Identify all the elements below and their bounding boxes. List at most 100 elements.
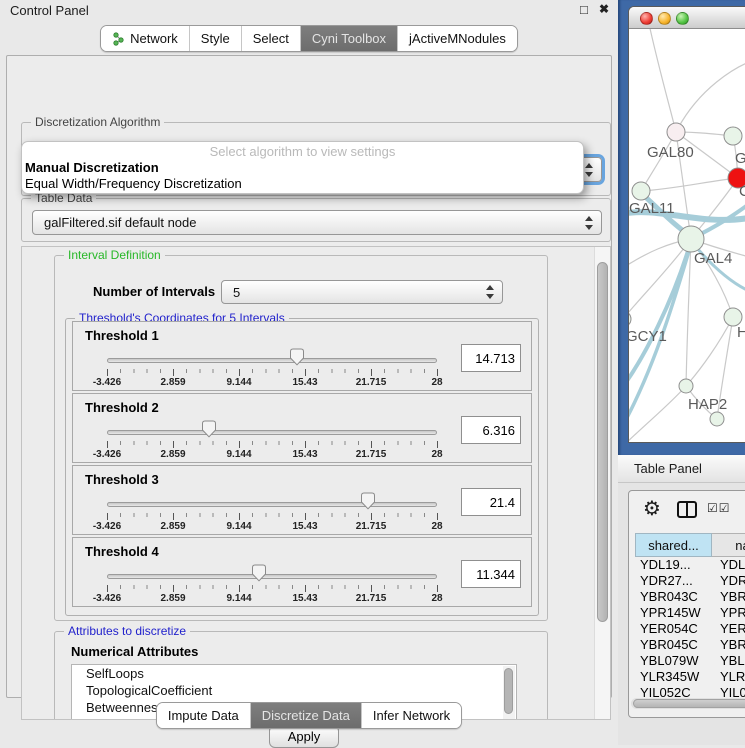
- threshold-value-field[interactable]: 11.344: [461, 560, 521, 588]
- tab-infer-network[interactable]: Infer Network: [361, 703, 461, 728]
- tab-style[interactable]: Style: [189, 26, 241, 51]
- numerical-attributes-label: Numerical Attributes: [71, 644, 198, 659]
- node-label: H: [737, 324, 745, 341]
- right-column: GAL80 GA C GAL11 GAL4 GCY1 H HAP2 Table …: [618, 0, 745, 745]
- table-row[interactable]: YDR27... YDR2: [635, 573, 745, 589]
- table-data-combobox[interactable]: galFiltered.sif default node: [32, 210, 602, 235]
- slider-thumb-icon: [251, 564, 267, 582]
- table-horizontal-scrollbar[interactable]: [631, 698, 745, 709]
- table-row[interactable]: YIL052C YIL0: [635, 685, 745, 698]
- attribute-list-item[interactable]: TopologicalCoefficient: [72, 682, 516, 699]
- node-gal11[interactable]: [632, 182, 650, 200]
- node-gal80[interactable]: [667, 123, 685, 141]
- attribute-list-item[interactable]: SelfLoops: [72, 665, 516, 682]
- threshold-slider: -3.426 2.859 9.144 15.43 21.715 28: [107, 466, 437, 534]
- node-bottom[interactable]: [710, 412, 724, 426]
- threshold-value-field[interactable]: 6.316: [461, 416, 521, 444]
- select-columns-checkbox-icons[interactable]: ☑☑: [707, 501, 731, 515]
- column-header-name[interactable]: name: [712, 533, 745, 557]
- close-traffic-light-icon[interactable]: [640, 12, 653, 25]
- tab-select[interactable]: Select: [241, 26, 300, 51]
- gear-icon[interactable]: ⚙: [643, 496, 661, 520]
- column-header-shared-name[interactable]: shared...: [635, 533, 712, 557]
- combo-stepper-icon: [585, 163, 594, 177]
- table-panel-title: Table Panel: [634, 461, 702, 476]
- slider-thumb-icon: [289, 348, 305, 366]
- threshold-rows: Threshold 1: [66, 321, 538, 607]
- node-gal4[interactable]: [678, 226, 704, 252]
- slider-handle[interactable]: [251, 564, 267, 587]
- settings-vertical-scrollbar[interactable]: [594, 247, 610, 719]
- table-row[interactable]: YPR145W YPR1: [635, 605, 745, 621]
- group-title: Discretization Algorithm: [31, 115, 164, 129]
- threshold-row: Threshold 1: [72, 321, 532, 391]
- slider-handle[interactable]: [201, 420, 217, 443]
- threshold-slider: -3.426 2.859 9.144 15.43 21.715 28: [107, 538, 437, 606]
- node-table: shared... name YDL19... YDL1 YDR27... YD…: [635, 533, 745, 698]
- node-label: GAL80: [647, 144, 694, 161]
- threshold-value-field[interactable]: 14.713: [461, 344, 521, 372]
- combo-stepper-icon: [486, 285, 495, 299]
- control-panel-titlebar: Control Panel □ ✖: [0, 0, 618, 22]
- popup-hint: Select algorithm to view settings: [22, 144, 583, 159]
- bottom-tab-bar: Impute Data Discretize Data Infer Networ…: [0, 702, 618, 729]
- network-desktop-background: GAL80 GA C GAL11 GAL4 GCY1 H HAP2: [618, 0, 745, 455]
- table-row[interactable]: YER054C YER0: [635, 621, 745, 637]
- popup-option-manual-discretization[interactable]: Manual Discretization: [25, 160, 159, 175]
- combo-stepper-icon: [585, 216, 594, 230]
- popup-option-equal-width-frequency[interactable]: Equal Width/Frequency Discretization: [25, 176, 242, 191]
- thresholds-group: Threshold's Coordinates for 5 Intervals …: [65, 318, 539, 616]
- tab-discretize-data[interactable]: Discretize Data: [250, 703, 361, 728]
- interval-definition-group: Interval Definition Number of Intervals …: [54, 255, 548, 621]
- node-gcy1[interactable]: [629, 311, 631, 327]
- tab-impute-data[interactable]: Impute Data: [157, 703, 250, 728]
- node-label: GA: [735, 150, 745, 167]
- threshold-row: Threshold 2: [72, 393, 532, 463]
- table-row[interactable]: YBR043C YBR0: [635, 589, 745, 605]
- network-icon: [112, 32, 125, 46]
- split-pane-icon[interactable]: [677, 501, 697, 518]
- settings-scroll-viewport: Interval Definition Number of Intervals …: [21, 246, 611, 720]
- node-ga[interactable]: [724, 127, 742, 145]
- node-table-panel: ⚙ ☑☑ shared... name YDL19... YDL1 YDR27.…: [628, 490, 745, 718]
- table-toolbar: ⚙ ☑☑: [629, 491, 745, 529]
- threshold-row: Threshold 4: [72, 537, 532, 607]
- control-panel: Control Panel □ ✖ Network Style Select C…: [0, 0, 618, 745]
- table-rows: YDL19... YDL1 YDR27... YDR2 YBR043C YBR0: [635, 557, 745, 698]
- slider-ruler: [107, 585, 437, 592]
- network-view-window[interactable]: GAL80 GA C GAL11 GAL4 GCY1 H HAP2: [628, 6, 745, 443]
- minimize-traffic-light-icon[interactable]: [658, 12, 671, 25]
- slider-tick-labels: -3.426 2.859 9.144 15.43 21.715 28: [107, 377, 437, 389]
- slider-ruler: [107, 513, 437, 520]
- number-of-intervals-combobox[interactable]: 5: [221, 280, 503, 304]
- network-graph: GAL80 GA C GAL11 GAL4 GCY1 H HAP2: [629, 29, 745, 443]
- combo-value: galFiltered.sif default node: [44, 215, 196, 230]
- number-of-intervals-label: Number of Intervals: [93, 284, 215, 299]
- top-tab-bar: Network Style Select Cyni Toolbox jActiv…: [0, 25, 618, 52]
- node-hap2[interactable]: [679, 379, 693, 393]
- slider-tick-labels: -3.426 2.859 9.144 15.43 21.715 28: [107, 449, 437, 461]
- network-canvas[interactable]: GAL80 GA C GAL11 GAL4 GCY1 H HAP2: [629, 29, 745, 443]
- zoom-traffic-light-icon[interactable]: [676, 12, 689, 25]
- panel-title: Control Panel: [10, 3, 89, 18]
- algorithm-dropdown-popup: Select algorithm to view settings Manual…: [21, 141, 584, 194]
- table-row[interactable]: YLR345W YLR3: [635, 669, 745, 685]
- table-row[interactable]: YBR045C YBR0: [635, 637, 745, 653]
- node-label: GCY1: [629, 328, 667, 345]
- cyni-toolbox-panel: Discretization Algorithm Table Data galF…: [6, 55, 612, 698]
- node-label: HAP2: [688, 396, 727, 413]
- slider-handle[interactable]: [360, 492, 376, 515]
- table-row[interactable]: YBL079W YBL0: [635, 653, 745, 669]
- tab-network[interactable]: Network: [101, 26, 189, 51]
- tab-jactivemnodules[interactable]: jActiveMNodules: [397, 26, 517, 51]
- slider-tick-labels: -3.426 2.859 9.144 15.43 21.715 28: [107, 521, 437, 533]
- threshold-slider: -3.426 2.859 9.144 15.43 21.715 28: [107, 394, 437, 462]
- slider-ruler: [107, 441, 437, 448]
- float-window-icon[interactable]: □: [580, 2, 588, 17]
- threshold-value-field[interactable]: 21.4: [461, 488, 521, 516]
- tab-cyni-toolbox[interactable]: Cyni Toolbox: [300, 26, 397, 51]
- table-row[interactable]: YDL19... YDL1: [635, 557, 745, 573]
- slider-handle[interactable]: [289, 348, 305, 371]
- node-label: GAL11: [629, 200, 675, 217]
- close-icon[interactable]: ✖: [599, 2, 609, 16]
